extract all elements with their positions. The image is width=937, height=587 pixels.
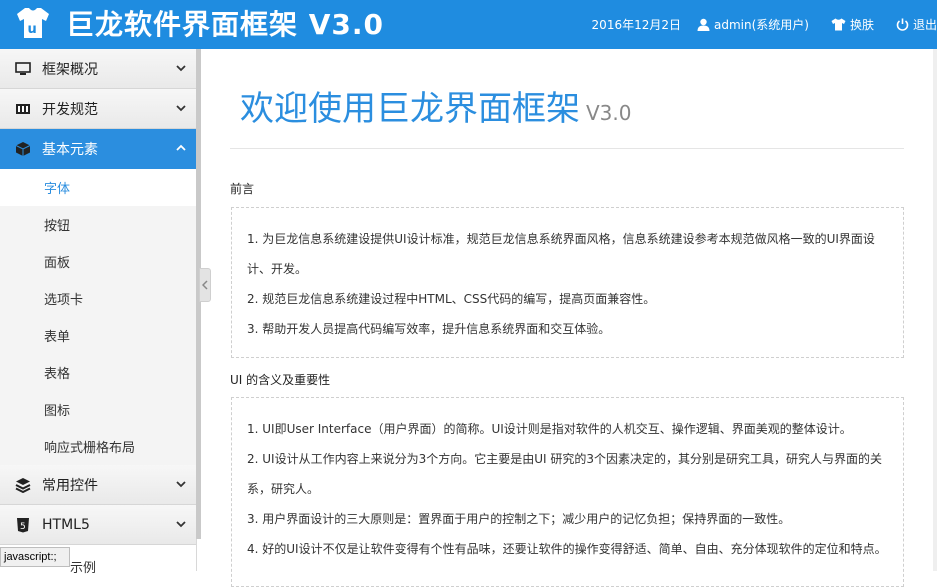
- user-menu[interactable]: admin(系统用户): [697, 16, 809, 33]
- preface-line: 1. 为巨龙信息系统建设提供UI设计标准，规范巨龙信息系统界面风格，信息系统建设…: [247, 232, 875, 246]
- sidebar-item-form[interactable]: 表单: [0, 317, 196, 354]
- main-content: 欢迎使用巨龙界面框架 V3.0 前言 1. 为巨龙信息系统建设提供UI设计标准，规…: [212, 49, 937, 587]
- ui-meaning-box: 1. UI即User Interface（用户界面）的简称。UI设计则是指对软件…: [231, 397, 904, 587]
- browser-status-bar: javascript:;: [0, 547, 70, 567]
- tshirt-icon: [831, 18, 846, 31]
- header-date: 2016年12月2日: [591, 18, 681, 32]
- preface-box: 1. 为巨龙信息系统建设提供UI设计标准，规范巨龙信息系统界面风格，信息系统建设…: [231, 207, 904, 358]
- sidebar-item-grid[interactable]: 响应式栅格布局: [0, 428, 196, 465]
- sidebar-item-icons[interactable]: 图标: [0, 391, 196, 428]
- chevron-down-icon: [176, 105, 186, 112]
- monitor-icon: [14, 61, 32, 77]
- tshirt-logo-icon: u: [17, 8, 49, 38]
- piano-icon: [14, 101, 32, 117]
- html5-icon: 5: [14, 517, 32, 533]
- logout-button[interactable]: 退出: [896, 16, 937, 33]
- menu-group-label: 基本元素: [42, 141, 98, 158]
- sidebar-collapse-toggle[interactable]: [199, 268, 211, 302]
- logout-label: 退出: [912, 18, 937, 32]
- page-title-version: V3.0: [586, 101, 632, 125]
- sidebar-item-tabs[interactable]: 选项卡: [0, 280, 196, 317]
- top-header: u 巨龙软件界面框架 V3.0 2016年12月2日 admin(系统用户) 换…: [0, 0, 937, 49]
- preface-line: 计、开发。: [247, 262, 308, 276]
- sidebar-item-font[interactable]: 字体: [0, 169, 196, 206]
- ui-meaning-line: 2. UI设计从工作内容上来说分为3个方向。它主要是由UI 研究的3个因素决定的…: [247, 452, 882, 466]
- cube-icon: [14, 141, 32, 157]
- menu-group-label: 常用控件: [42, 477, 98, 494]
- menu-group-common-controls[interactable]: 常用控件: [0, 465, 196, 505]
- content-scrollbar[interactable]: [933, 49, 937, 571]
- section-title-preface: 前言: [230, 182, 255, 196]
- user-icon: [697, 18, 710, 31]
- svg-text:5: 5: [20, 522, 26, 532]
- ui-meaning-line: 系，研究人。: [247, 482, 320, 496]
- sidebar-item-panel[interactable]: 面板: [0, 243, 196, 280]
- preface-line: 2. 规范巨龙信息系统建设过程中HTML、CSS代码的编写，提高页面兼容性。: [247, 292, 656, 306]
- chevron-down-icon: [176, 481, 186, 488]
- skin-button[interactable]: 换肤: [831, 16, 874, 33]
- skin-label: 换肤: [849, 18, 874, 32]
- title-divider: [230, 148, 904, 149]
- chevron-down-icon: [176, 65, 186, 72]
- sidebar-item-table[interactable]: 表格: [0, 354, 196, 391]
- sidebar-item-example[interactable]: 示例: [70, 557, 96, 576]
- preface-line: 3. 帮助开发人员提高代码编写效率，提升信息系统界面和交互体验。: [247, 322, 611, 336]
- menu-group-label: 开发规范: [42, 101, 98, 118]
- page-title-text: 欢迎使用巨龙界面框架: [240, 89, 580, 129]
- ui-meaning-line: 4. 好的UI设计不仅是让软件变得有个性有品味，还要让软件的操作变得舒适、简单、…: [247, 542, 887, 556]
- sidebar: 框架概况 开发规范 基本元素 字体 按钮 面板 选项卡 表单 表格 图标 响应式…: [0, 49, 197, 571]
- chevron-left-icon: [202, 280, 208, 290]
- app-title: 巨龙软件界面框架 V3.0: [66, 8, 385, 41]
- layers-icon: [14, 477, 32, 493]
- menu-group-dev-spec[interactable]: 开发规范: [0, 89, 196, 129]
- user-name: admin(系统用户): [714, 18, 809, 32]
- sidebar-item-button[interactable]: 按钮: [0, 206, 196, 243]
- ui-meaning-line: 1. UI即User Interface（用户界面）的简称。UI设计则是指对软件…: [247, 422, 852, 436]
- chevron-down-icon: [176, 521, 186, 528]
- page-title: 欢迎使用巨龙界面框架 V3.0: [240, 81, 632, 130]
- power-icon: [896, 18, 909, 31]
- ui-meaning-line: 3. 用户界面设计的三大原则是：置界面于用户的控制之下；减少用户的记忆负担；保持…: [247, 512, 791, 526]
- menu-group-label: HTML5: [42, 516, 90, 533]
- menu-group-overview[interactable]: 框架概况: [0, 49, 196, 89]
- svg-text:u: u: [28, 22, 37, 37]
- menu-group-basic-elements[interactable]: 基本元素: [0, 129, 196, 169]
- menu-group-label: 框架概况: [42, 61, 98, 78]
- header-toolbar: 2016年12月2日 admin(系统用户) 换肤 退出: [592, 0, 937, 49]
- section-title-ui-meaning: UI 的含义及重要性: [230, 373, 331, 387]
- menu-group-html5[interactable]: 5 HTML5: [0, 505, 196, 545]
- chevron-up-icon: [176, 144, 186, 151]
